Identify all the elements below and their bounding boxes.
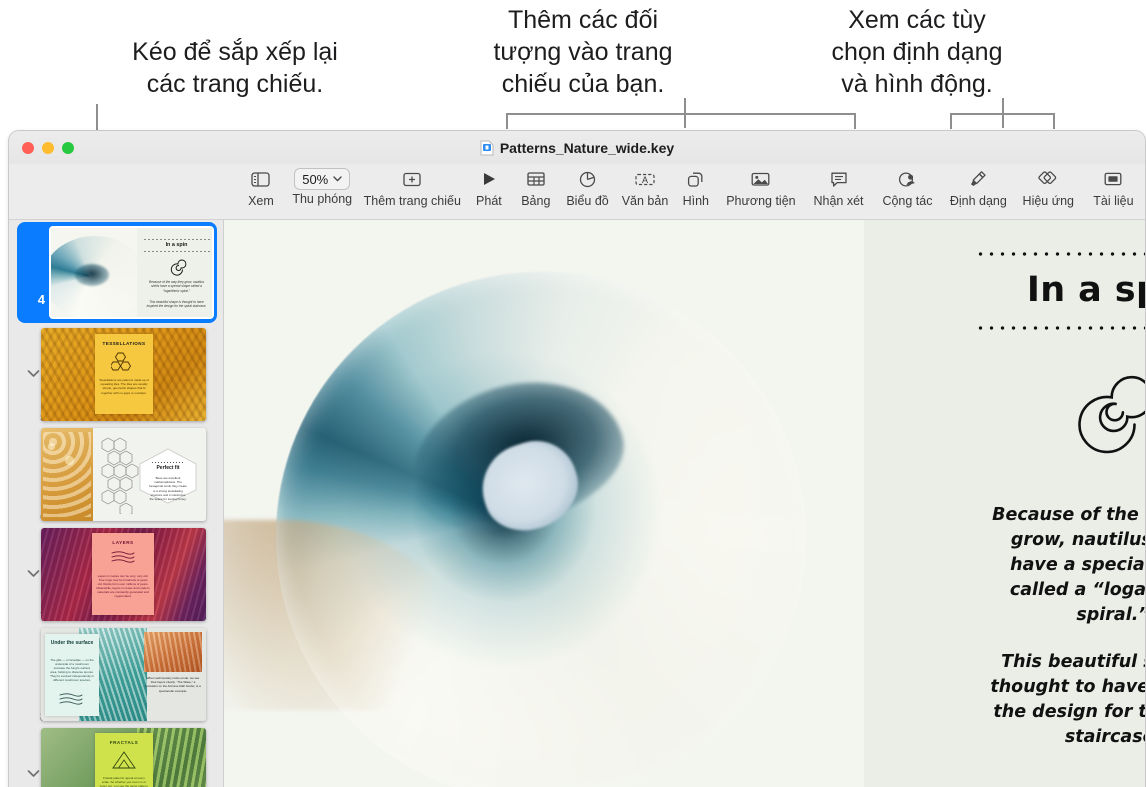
mini-slide-honeycomb: Perfect fit Bees are excellent mathemati… [41,428,206,521]
add-slide-icon [403,166,421,192]
callout-format-options: Xem các tùy chọn định dạng và hình động. [831,6,1003,98]
slide-thumbnail[interactable]: TESSELLATIONS Tessellations are patterns… [41,328,206,421]
toolbar-format-button[interactable]: Định dạng [942,166,1015,209]
zoom-value: 50% [302,171,329,187]
mini-slide-nautilus: In a spin Because of the way they grow, … [51,228,212,317]
shell-rim-light [276,272,806,787]
spiral-icon [1048,356,1145,473]
window-body: 4 In a spin Because of the way they grow… [9,220,1145,787]
toolbar: Xem 50% Thu phóng Thêm trang chiếu Phát … [9,164,1145,220]
toolbar-format-label: Định dạng [949,194,1007,208]
slide-thumbnail[interactable]: LAYERS Layers in nature can be very, ver… [41,528,206,621]
svg-text:A: A [642,175,648,185]
leader-bracket-left-format [950,113,952,129]
slide-thumbnail[interactable]: FRACTALS Fractal patterns repeat at ever… [41,728,206,787]
toolbar-animate-label: Hiệu ứng [1022,194,1074,208]
toolbar-shape-button[interactable]: Hình [674,166,718,209]
toolbar-media-label: Phương tiện [726,194,796,208]
divider-bottom [975,326,1145,330]
window-titlebar: Patterns_Nature_wide.key [9,131,1145,164]
slide-thumbnail[interactable]: Perfect fit Bees are excellent mathemati… [41,428,206,521]
leader-bracket-right-format [1053,113,1055,129]
comment-icon [830,166,848,192]
slide-title[interactable]: In a spin [1027,270,1145,310]
chevron-down-icon [333,176,342,182]
text-box-icon: A [635,166,655,192]
mini-slide-layers: LAYERS Layers in nature can be very, ver… [41,528,206,621]
divider-top [975,252,1145,256]
document-title: Patterns_Nature_wide.key [499,139,675,156]
toolbar-table-label: Bảng [521,194,551,208]
document-icon [1104,166,1122,192]
toolbar-collaborate-label: Cộng tác [882,194,933,208]
leader-bracket-left-add-objects [506,113,508,129]
toolbar-view-label: Xem [248,194,274,208]
leader-bracket-format [950,113,1055,115]
window-controls[interactable] [9,141,74,154]
collaborate-icon [898,166,917,192]
format-brush-icon [969,166,987,192]
nautilus-shell-photo[interactable] [224,220,864,787]
disclosure-chevron-icon[interactable] [25,366,41,382]
slide-text-panel[interactable]: In a spin Because of the way they grow, … [864,220,1145,787]
toolbar-chart-label: Biểu đồ [566,194,609,208]
screenshot-root: Kéo để sắp xếp lại các trang chiếu. Thêm… [0,0,1146,787]
keynote-window: Patterns_Nature_wide.key Xem 50% Thu phó… [8,130,1146,787]
mini-slide-under-the-surface: Under the surface The gills — or lamella… [41,628,206,721]
toolbar-text-button[interactable]: A Văn bản [616,166,673,209]
toolbar-collaborate-button[interactable]: Cộng tác [873,166,942,209]
media-icon [751,166,770,192]
table-icon [527,166,545,192]
toolbar-animate-button[interactable]: Hiệu ứng [1015,166,1082,209]
mini-slide-fractals: FRACTALS Fractal patterns repeat at ever… [41,728,206,787]
slide-canvas[interactable]: In a spin Because of the way they grow, … [224,220,1145,787]
toolbar-zoom-control[interactable]: 50% Thu phóng [285,166,360,207]
leader-bracket-add-objects [506,113,856,115]
keynote-file-icon [480,140,494,155]
toolbar-shape-label: Hình [682,194,709,208]
minimize-button[interactable] [42,141,54,154]
document-title-group: Patterns_Nature_wide.key [9,131,1145,164]
toolbar-chart-button[interactable]: Biểu đồ [559,166,616,209]
toolbar-document-label: Tài liệu [1093,194,1134,208]
slide-thumbnail-image: In a spin Because of the way they grow, … [49,226,214,319]
sidebar-icon [251,166,271,192]
close-button[interactable] [22,141,34,154]
disclosure-chevron-icon[interactable] [25,766,41,782]
toolbar-text-label: Văn bản [621,194,669,208]
toolbar-document-button[interactable]: Tài liệu [1082,166,1145,209]
mini-slide-tessellations: TESSELLATIONS Tessellations are patterns… [41,328,206,421]
leader-bracket-right-add-objects [854,113,856,129]
slide-thumbnail[interactable]: Under the surface The gills — or lamella… [41,628,206,721]
zoom-dropdown[interactable]: 50% [294,168,351,190]
slide-paragraph-1: Because of the way they grow, nautilus s… [992,505,1145,625]
slide-number: 4 [37,292,45,307]
shape-icon [687,166,704,192]
toolbar-comment-button[interactable]: Nhận xét [804,166,873,209]
callout-reorder-slides: Kéo để sắp xếp lại các trang chiếu. [132,38,338,98]
toolbar-table-button[interactable]: Bảng [513,166,559,209]
slide-paragraph-2: This beautiful shape is thought to have … [990,652,1145,747]
callout-add-objects: Thêm các đối tượng vào trang chiếu của b… [493,6,673,98]
toolbar-comment-label: Nhận xét [813,194,864,208]
toolbar-media-button[interactable]: Phương tiện [718,166,804,209]
play-icon [481,166,497,192]
toolbar-add-slide-label: Thêm trang chiếu [363,194,461,208]
toolbar-add-slide-button[interactable]: Thêm trang chiếu [360,166,465,209]
toolbar-view-button[interactable]: Xem [237,166,285,209]
slide-thumbnail-selected[interactable]: 4 In a spin Because of the way they grow… [17,222,217,323]
chart-icon [579,166,596,192]
disclosure-chevron-icon[interactable] [25,566,41,582]
toolbar-play-button[interactable]: Phát [465,166,513,209]
toolbar-play-label: Phát [476,194,502,208]
slide-navigator[interactable]: 4 In a spin Because of the way they grow… [9,220,224,787]
slide-body-text[interactable]: Because of the way they grow, nautilus s… [986,503,1145,750]
zoom-button[interactable] [62,141,74,154]
toolbar-zoom-label: Thu phóng [292,192,353,206]
animate-icon [1038,166,1058,192]
